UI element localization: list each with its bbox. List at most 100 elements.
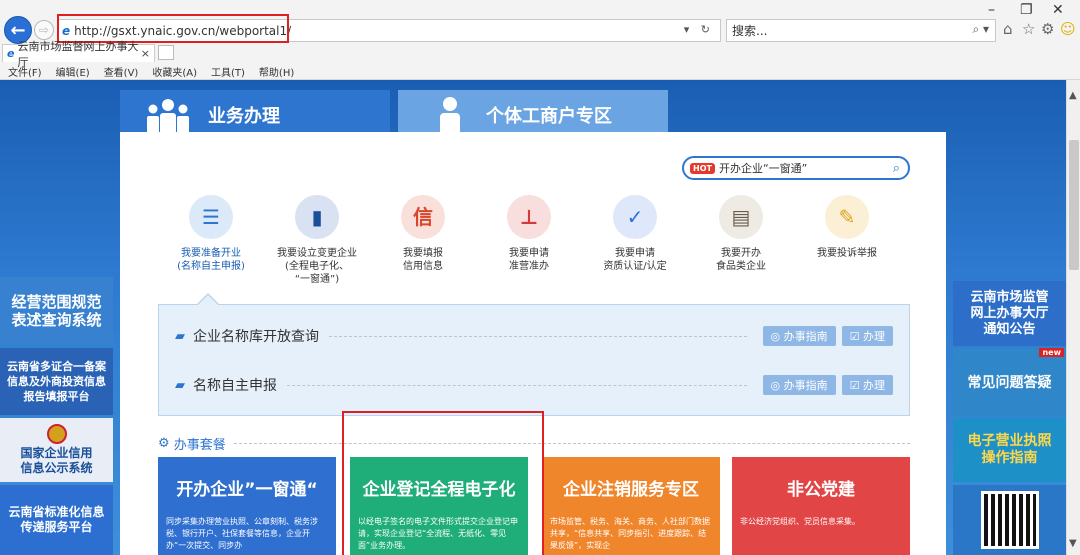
credit-icon: 信 (401, 195, 445, 239)
service-credit-info[interactable]: 信 我要填报 信用信息 (370, 195, 476, 273)
complaint-icon: ✎ (825, 195, 869, 239)
service-label: 我要准备开业 (名称自主申报) (177, 248, 245, 272)
hot-badge: HOT (690, 162, 715, 174)
menu-edit[interactable]: 编辑(E) (56, 64, 90, 79)
card-deregistration[interactable]: 企业注销服务专区 市场监管、税务、海关、商务、人社部门数据共享，“信息共享、同步… (542, 457, 720, 555)
food-bag-icon: ▤ (719, 195, 763, 239)
arrow-right-icon: ⇨ (38, 23, 50, 37)
divider (287, 384, 747, 386)
sub-item-label[interactable]: 企业名称库开放查询 (193, 326, 319, 346)
card-desc: 非公经济党组织、党员信息采集。 (740, 517, 860, 526)
banner-faq[interactable]: new 常见问题答疑 (953, 348, 1066, 416)
service-permit[interactable]: ⊥ 我要申请 准营准办 (476, 195, 582, 273)
banner-label: 电子营业执照 操作指南 (967, 433, 1052, 466)
guide-label: 办事指南 (783, 379, 828, 392)
home-icon[interactable]: ⌂ (1003, 20, 1013, 38)
search-input[interactable]: 搜索... ⌕ ▾ (726, 19, 996, 42)
document-gear-icon: ☰ (189, 195, 233, 239)
banner-credit-publicity[interactable]: 国家企业信用 信息公示系统 (0, 418, 113, 482)
banner-label: 云南市场监管 网上办事大厅 通知公告 (970, 289, 1049, 337)
sub-panel-pointer-fill (198, 295, 218, 305)
handle-button[interactable]: ☑ 办理 (841, 326, 893, 346)
business-panel: HOT 开办企业“一窗通” ⌕ ☰ 我要准备开业 (名称自主申报) ▮ 我要设立… (120, 132, 946, 555)
hot-search-box[interactable]: HOT 开办企业“一窗通” ⌕ (682, 156, 910, 180)
tab-individual-label: 个体工商户专区 (486, 106, 612, 127)
scroll-up-icon[interactable]: ▲ (1069, 90, 1077, 101)
book-icon: ▰ (175, 328, 185, 344)
menu-bar: 文件(F) 编辑(E) 查看(V) 收藏夹(A) 工具(T) 帮助(H) (0, 63, 1080, 79)
guide-button[interactable]: ◎ 办事指南 (762, 326, 836, 346)
banner-e-license[interactable]: 电子营业执照 操作指南 (953, 418, 1066, 482)
card-title: 企业注销服务专区 (563, 480, 699, 500)
address-tools[interactable]: ▾ ↻ (684, 23, 714, 36)
close-window-button[interactable]: ✕ (1052, 2, 1064, 18)
guide-label: 办事指南 (783, 330, 828, 343)
search-placeholder: 搜索... (732, 24, 768, 38)
menu-view[interactable]: 查看(V) (104, 64, 139, 79)
service-label: 我要申请 资质认证/认定 (603, 248, 667, 272)
browser-tab[interactable]: e 云南市场监督网上办事大厅 × (2, 40, 155, 69)
service-food-business[interactable]: ▤ 我要开办 食品类企业 (688, 195, 794, 273)
handle-label: 办理 (863, 379, 885, 392)
door-icon: ▮ (295, 195, 339, 239)
smiley-icon[interactable]: ☺ (1060, 20, 1076, 38)
ie-logo-icon: e (7, 47, 15, 60)
minimize-button[interactable]: – (988, 2, 995, 18)
search-icon[interactable]: ⌕ ▾ (972, 22, 989, 37)
banner-label: 经营范围规范 表述查询系统 (11, 293, 102, 329)
card-title: 开办企业”一窗通“ (176, 480, 318, 500)
service-complaint[interactable]: ✎ 我要投诉举报 (794, 195, 900, 260)
qr-code-icon (980, 491, 1039, 549)
book-icon: ▰ (175, 377, 185, 393)
card-title: 企业登记全程电子化 (362, 480, 516, 500)
menu-favorites[interactable]: 收藏夹(A) (152, 64, 197, 79)
vertical-scrollbar[interactable]: ▲ ▼ (1066, 80, 1080, 555)
menu-file[interactable]: 文件(F) (8, 64, 42, 79)
new-tab-button[interactable] (158, 45, 174, 60)
sub-item-name-declare: ▰ 名称自主申报 ◎ 办事指南 ☑ 办理 (175, 373, 893, 397)
banner-label: 云南省标准化信息 传递服务平台 (8, 505, 105, 534)
banner-standardization[interactable]: 云南省标准化信息 传递服务平台 (0, 485, 113, 555)
card-e-registration[interactable]: 企业登记全程电子化 以经电子签名的电子文件形式提交企业登记申请，实现企业登记“全… (350, 457, 528, 555)
search-icon[interactable]: ⌕ (893, 161, 900, 176)
card-title: 非公党建 (787, 480, 855, 500)
tab-business-label: 业务办理 (208, 106, 280, 127)
hot-search-text: 开办企业“一窗通” (718, 162, 808, 175)
divider (329, 335, 747, 337)
sub-item-label[interactable]: 名称自主申报 (193, 375, 277, 395)
service-label: 我要设立变更企业 (全程电子化、 “一窗通”) (277, 248, 357, 285)
people-icon (147, 99, 189, 134)
banner-label: 国家企业信用 信息公示系统 (20, 446, 93, 475)
banner-notice[interactable]: 云南市场监管 网上办事大厅 通知公告 (953, 281, 1066, 346)
gear-icon[interactable]: ⚙ (1041, 20, 1054, 38)
menu-tools[interactable]: 工具(T) (211, 64, 245, 79)
service-prepare-business[interactable]: ☰ 我要准备开业 (名称自主申报) (158, 195, 264, 273)
address-bar[interactable]: e http://gsxt.ynaic.gov.cn/webportal1/ ▾… (57, 19, 721, 42)
service-label: 我要申请 准营准办 (509, 248, 549, 272)
menu-help[interactable]: 帮助(H) (259, 64, 294, 79)
national-emblem-icon (46, 424, 67, 444)
card-desc: 同步采集办理营业执照、公章刻制、税务涉税、银行开户、社保套餐等信息，企业开办“一… (166, 517, 318, 550)
restore-button[interactable]: ❐ (1020, 2, 1033, 18)
divider (233, 443, 910, 444)
guide-button[interactable]: ◎ 办事指南 (762, 375, 836, 395)
service-establish-company[interactable]: ▮ 我要设立变更企业 (全程电子化、 “一窗通”) (264, 195, 370, 286)
card-desc: 以经电子签名的电子文件形式提交企业登记申请，实现企业登记“全流程、无纸化、零见面… (358, 517, 518, 550)
packages-heading: ⚙ 办事套餐 (158, 434, 910, 453)
shield-icon: ✓ (613, 195, 657, 239)
handle-button[interactable]: ☑ 办理 (841, 375, 893, 395)
new-badge: new (1039, 348, 1064, 357)
sub-item-name-library: ▰ 企业名称库开放查询 ◎ 办事指南 ☑ 办理 (175, 324, 893, 348)
card-party-building[interactable]: 非公党建 非公经济党组织、党员信息采集。 (732, 457, 910, 555)
person-icon (440, 97, 460, 136)
banner-business-scope[interactable]: 经营范围规范 表述查询系统 (0, 277, 113, 345)
card-one-window[interactable]: 开办企业”一窗通“ 同步采集办理营业执照、公章刻制、税务涉税、银行开户、社保套餐… (158, 457, 336, 555)
banner-multi-cert[interactable]: 云南省多证合一备案 信息及外商投资信息 报告填报平台 (0, 348, 113, 415)
tab-close-icon[interactable]: × (141, 47, 150, 60)
scroll-thumb[interactable] (1069, 140, 1079, 270)
stamp-icon: ⊥ (507, 195, 551, 239)
favorites-star-icon[interactable]: ☆ (1022, 20, 1035, 38)
sub-panel: ▰ 企业名称库开放查询 ◎ 办事指南 ☑ 办理 ▰ 名称自主申报 ◎ 办事指南 … (158, 304, 910, 416)
scroll-down-icon[interactable]: ▼ (1069, 538, 1077, 549)
service-certification[interactable]: ✓ 我要申请 资质认证/认定 (582, 195, 688, 273)
